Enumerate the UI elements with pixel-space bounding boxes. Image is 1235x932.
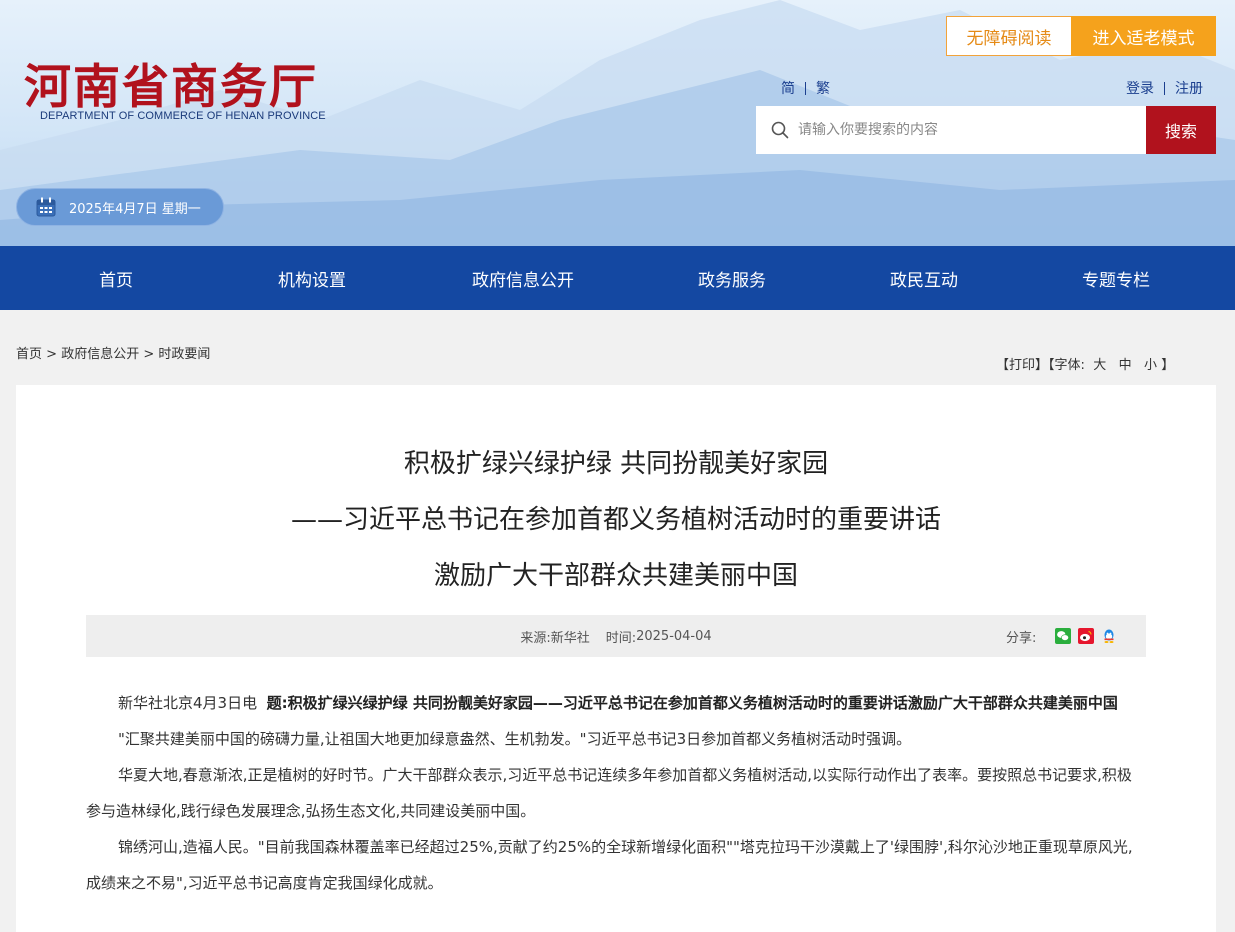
- source-label: 来源:: [520, 630, 551, 646]
- article-tools: 【打印】【字体: 大 中 小 】: [996, 358, 1175, 373]
- article-time: 2025-04-04: [636, 628, 712, 644]
- accessibility-button[interactable]: 无障碍阅读: [946, 16, 1072, 56]
- lang-simplified-link[interactable]: 简: [781, 78, 795, 98]
- language-switcher: 简 繁: [781, 78, 830, 98]
- article-paragraph: "汇聚共建美丽中国的磅礴力量,让祖国大地更加绿意盎然、生机勃发。"习近平总书记3…: [118, 730, 912, 748]
- share-bar: 分享:: [1006, 615, 1117, 657]
- elder-mode-button[interactable]: 进入适老模式: [1071, 16, 1216, 56]
- article-paragraph: 华夏大地,春意渐浓,正是植树的好时节。广大干部群众表示,习近平总书记连续多年参加…: [86, 766, 1132, 820]
- article-title-line-2: ——习近平总书记在参加首都义务植树活动时的重要讲话: [290, 505, 941, 535]
- headline-prefix: 题:: [266, 694, 288, 712]
- font-medium-button[interactable]: 中: [1119, 358, 1132, 373]
- nav-item-organization[interactable]: 机构设置: [252, 246, 372, 310]
- time-label: 时间:: [605, 630, 637, 646]
- nav-item-gov-info[interactable]: 政府信息公开: [442, 246, 604, 310]
- date-display: 2025年4月7日 星期一: [16, 188, 224, 226]
- search-icon: [771, 121, 789, 139]
- wechat-icon[interactable]: [1055, 628, 1072, 644]
- breadcrumb: 首页 > 政府信息公开 > 时政要闻: [16, 343, 210, 362]
- login-link[interactable]: 登录: [1126, 78, 1154, 98]
- font-small-button[interactable]: 小: [1144, 358, 1157, 373]
- nav-item-topics[interactable]: 专题专栏: [1056, 246, 1176, 310]
- current-date: 2025年4月7日 星期一: [69, 201, 201, 217]
- article-paragraph: 锦绣河山,造福人民。"目前我国森林覆盖率已经超过25%,贡献了约25%的全球新增…: [86, 838, 1133, 892]
- breadcrumb-gov-info[interactable]: 政府信息公开: [61, 347, 139, 362]
- divider: [805, 81, 806, 95]
- article: 积极扩绿兴绿护绿 共同扮靓美好家园 ——习近平总书记在参加首都义务植树活动时的重…: [16, 385, 1216, 932]
- weibo-icon[interactable]: [1078, 628, 1095, 644]
- site-header: 河南省商务厅 DEPARTMENT OF COMMERCE OF HENAN P…: [0, 0, 1235, 246]
- article-lead-paragraph: 新华社北京4月3日电 题:积极扩绿兴绿护绿 共同扮靓美好家园——习近平总书记在参…: [86, 685, 1146, 721]
- nav-item-interaction[interactable]: 政民互动: [864, 246, 984, 310]
- article-meta: 来源: 新华社 时间: 2025-04-04 分享:: [86, 615, 1146, 657]
- article-dateline: 新华社北京4月3日电: [118, 694, 258, 712]
- nav-item-home[interactable]: 首页: [56, 246, 176, 310]
- breadcrumb-separator: >: [143, 347, 155, 362]
- site-logo-english: DEPARTMENT OF COMMERCE OF HENAN PROVINCE: [40, 110, 326, 122]
- divider: [1164, 81, 1165, 95]
- print-button[interactable]: 打印: [1009, 358, 1035, 373]
- site-logo[interactable]: 河南省商务厅: [24, 48, 318, 117]
- font-size-label: 字体:: [1054, 358, 1085, 373]
- lang-traditional-link[interactable]: 繁: [816, 78, 830, 98]
- search-box: [756, 106, 1147, 154]
- main-nav: 首页 机构设置 政府信息公开 政务服务 政民互动 专题专栏: [0, 246, 1235, 310]
- article-info: 来源: 新华社 时间: 2025-04-04: [86, 615, 1146, 657]
- article-title-line-1: 积极扩绿兴绿护绿 共同扮靓美好家园: [403, 449, 829, 479]
- article-headline: 积极扩绿兴绿护绿 共同扮靓美好家园——习近平总书记在参加首都义务植树活动时的重要…: [287, 694, 1118, 712]
- article-title-line-3: 激励广大干部群众共建美丽中国: [433, 561, 798, 591]
- breadcrumb-current[interactable]: 时政要闻: [158, 347, 210, 362]
- account-links: 登录 注册: [1126, 78, 1203, 98]
- search-input[interactable]: [798, 122, 1128, 138]
- article-body: 新华社北京4月3日电 题:积极扩绿兴绿护绿 共同扮靓美好家园——习近平总书记在参…: [86, 685, 1146, 901]
- calendar-icon: [36, 197, 56, 217]
- qq-icon[interactable]: [1101, 628, 1117, 644]
- register-link[interactable]: 注册: [1175, 78, 1203, 98]
- breadcrumb-home[interactable]: 首页: [16, 347, 42, 362]
- nav-item-services[interactable]: 政务服务: [672, 246, 792, 310]
- share-label: 分享:: [1006, 630, 1037, 646]
- search-button[interactable]: 搜索: [1146, 106, 1216, 154]
- font-large-button[interactable]: 大: [1093, 358, 1106, 373]
- article-source: 新华社: [550, 630, 590, 646]
- breadcrumb-separator: >: [46, 347, 58, 362]
